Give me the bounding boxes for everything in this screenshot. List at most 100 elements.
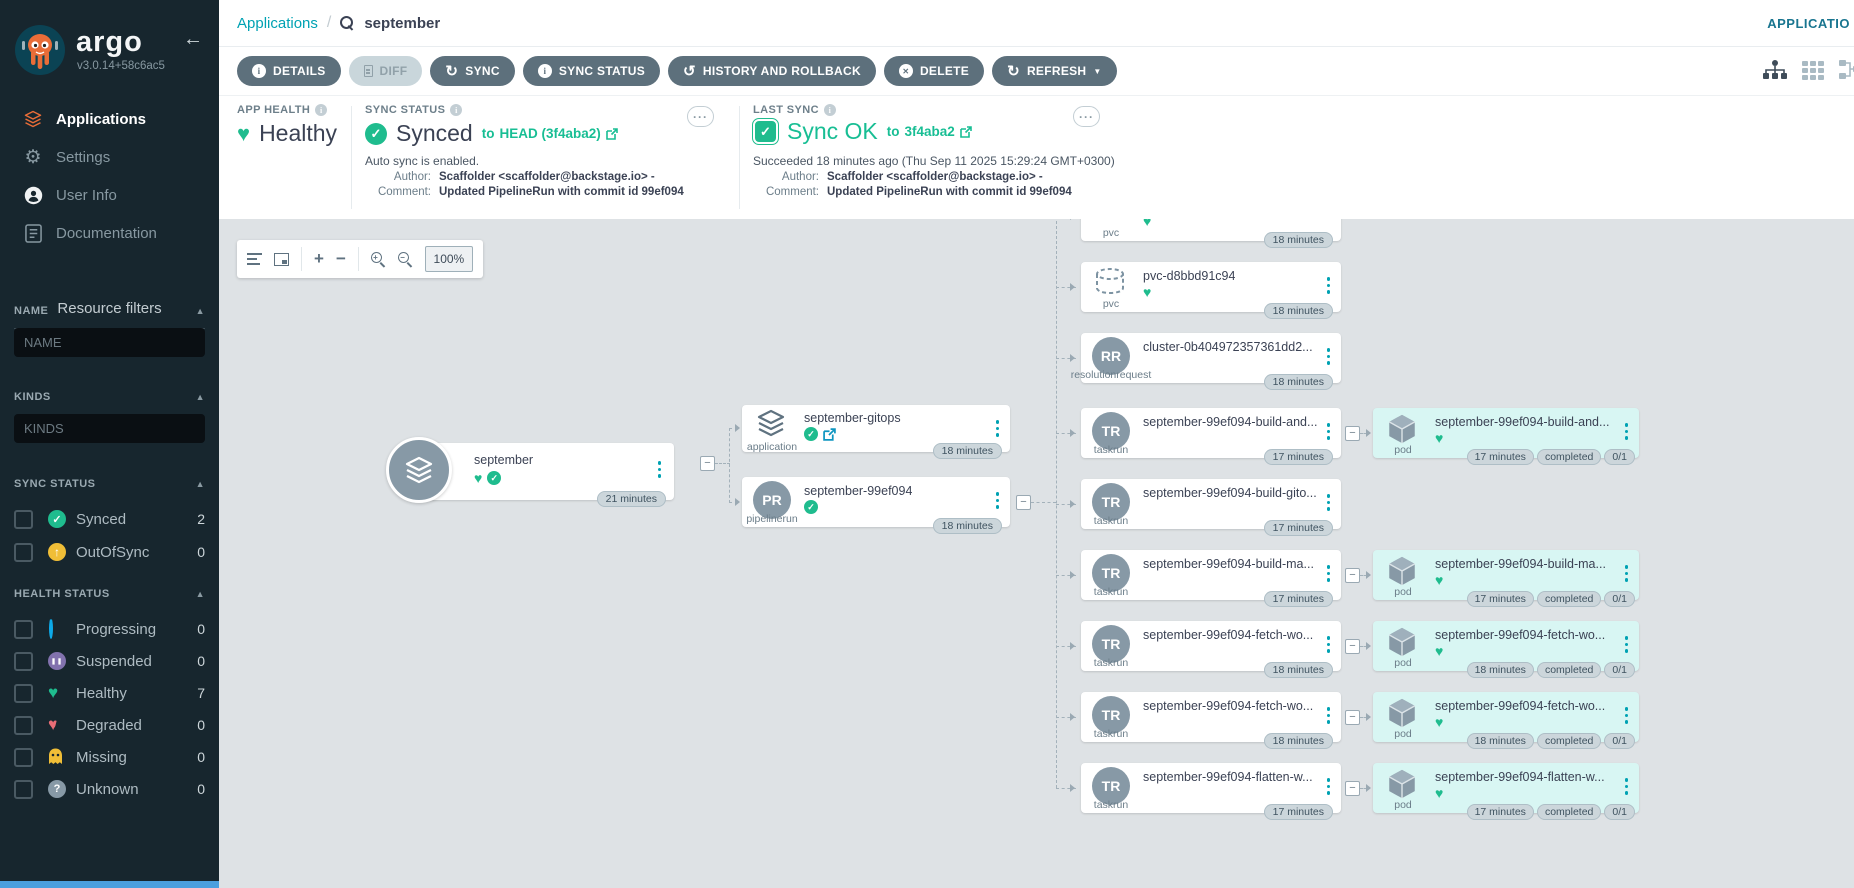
node-menu-button[interactable] [1325, 634, 1333, 655]
align-icon[interactable] [247, 253, 262, 265]
node-resolutionrequest[interactable]: RR resolutionrequest cluster-0b404972357… [1071, 333, 1341, 390]
node-menu-button[interactable] [1325, 776, 1333, 797]
node-menu-button[interactable] [1623, 776, 1631, 797]
magnifier-plus-icon[interactable]: + [370, 251, 386, 267]
node-menu-button[interactable] [1623, 705, 1631, 726]
tree-view-icon[interactable] [1762, 59, 1788, 86]
breadcrumb-applications-link[interactable]: Applications [237, 15, 318, 32]
details-button[interactable]: DETAILS [237, 56, 341, 86]
node-menu-button[interactable] [1325, 275, 1333, 296]
sidebar-item-user-info[interactable]: User Info [0, 176, 219, 214]
magnifier-minus-icon[interactable]: − [397, 251, 413, 267]
node-pod[interactable]: pod september-99ef094-build-and... 17 mi… [1373, 408, 1639, 465]
collapse-button[interactable] [700, 456, 715, 471]
sync-more-button[interactable]: ··· [687, 106, 714, 127]
node-pod[interactable]: pod september-99ef094-fetch-wo... 18 min… [1373, 621, 1639, 678]
node-pod[interactable]: pod september-99ef094-build-ma... 17 min… [1373, 550, 1639, 607]
filter-section-sync-status[interactable]: SYNC STATUS [14, 478, 205, 490]
filter-row-unknown: Unknown 0 [14, 778, 205, 800]
node-menu-button[interactable] [994, 490, 1002, 511]
healthy-checkbox[interactable] [14, 683, 33, 703]
sidebar-scrollbar[interactable] [0, 881, 219, 888]
degraded-checkbox[interactable] [14, 715, 33, 735]
sidebar-item-applications[interactable]: Applications [0, 100, 219, 138]
sidebar-item-settings[interactable]: Settings [0, 138, 219, 176]
outofsync-checkbox[interactable] [14, 542, 33, 562]
node-menu-button[interactable] [1325, 421, 1333, 442]
sync-status-button[interactable]: SYNC STATUS [522, 56, 661, 86]
unknown-checkbox[interactable] [14, 779, 33, 799]
sidebar-collapse-icon[interactable] [183, 28, 203, 51]
chevron-up-icon[interactable] [196, 306, 205, 316]
collapse-button[interactable] [1345, 426, 1360, 441]
node-september-gitops[interactable]: application september-gitops 18 minutes [742, 405, 1010, 459]
node-taskrun[interactable]: TR taskrun september-99ef094-flatten-w..… [1081, 763, 1341, 820]
node-september-99ef094[interactable]: PR pipelinerun september-99ef094 18 minu… [742, 477, 1010, 534]
help-icon[interactable] [823, 104, 836, 116]
node-taskrun[interactable]: TR taskrun september-99ef094-fetch-wo...… [1081, 621, 1341, 678]
node-menu-button[interactable] [1623, 634, 1631, 655]
collapse-button[interactable] [1345, 710, 1360, 725]
node-menu-button[interactable] [656, 459, 664, 480]
node-menu-button[interactable] [1623, 421, 1631, 442]
last-sync-more-button[interactable]: ··· [1073, 106, 1100, 127]
chevron-up-icon[interactable] [196, 479, 205, 489]
help-icon[interactable] [450, 104, 463, 116]
chevron-up-icon[interactable] [196, 589, 205, 599]
history-rollback-button[interactable]: HISTORY AND ROLLBACK [668, 56, 876, 86]
age-badge: 18 minutes [1263, 662, 1333, 678]
diff-button[interactable]: DIFF [348, 56, 423, 86]
zoom-out-button[interactable]: − [336, 249, 346, 269]
collapse-button[interactable] [1016, 495, 1031, 510]
grid-view-icon[interactable] [1801, 59, 1825, 86]
node-taskrun[interactable]: TR taskrun september-99ef094-build-and..… [1081, 408, 1341, 465]
external-link-icon[interactable] [823, 427, 836, 441]
zoom-in-button[interactable]: + [314, 249, 324, 269]
sync-revision-link[interactable]: to HEAD (3f4aba2) [482, 126, 618, 141]
node-menu-button[interactable] [1325, 346, 1333, 367]
delete-circle-icon [898, 64, 913, 78]
node-taskrun[interactable]: TR taskrun september-99ef094-build-ma...… [1081, 550, 1341, 607]
zoom-level-input[interactable] [424, 246, 473, 272]
last-sync-revision-link[interactable]: to 3f4aba2 [887, 124, 972, 139]
collapse-button[interactable] [1345, 781, 1360, 796]
help-icon[interactable] [315, 104, 328, 116]
node-menu-button[interactable] [1325, 705, 1333, 726]
node-menu-button[interactable] [1623, 563, 1631, 584]
heart-icon [1435, 573, 1443, 587]
sidebar-item-documentation[interactable]: Documentation [0, 214, 219, 252]
node-taskrun[interactable]: TR taskrun september-99ef094-build-gito.… [1081, 479, 1341, 536]
filter-section-name[interactable]: NAME [14, 305, 205, 317]
node-pod[interactable]: pod september-99ef094-flatten-w... 17 mi… [1373, 763, 1639, 820]
node-menu-button[interactable] [1325, 492, 1333, 513]
app-health-value: Healthy [237, 120, 337, 147]
filter-row-progressing: Progressing 0 [14, 618, 205, 640]
name-filter-input[interactable] [14, 328, 205, 357]
synced-checkbox[interactable] [14, 509, 33, 529]
chevron-up-icon[interactable] [196, 392, 205, 402]
progressing-checkbox[interactable] [14, 619, 33, 639]
suspended-checkbox[interactable] [14, 651, 33, 671]
node-pvc-d8bbd91c94[interactable]: pvc pvc-d8bbd91c94 18 minutes [1081, 262, 1341, 319]
app-name-search-value[interactable]: september [364, 15, 440, 32]
application-root-icon[interactable] [386, 437, 452, 503]
collapse-button[interactable] [1345, 568, 1360, 583]
filter-row-healthy: Healthy 7 [14, 682, 205, 704]
node-menu-button[interactable] [994, 418, 1002, 439]
collapse-button[interactable] [1345, 639, 1360, 654]
filter-section-health-status[interactable]: HEALTH STATUS [14, 588, 205, 600]
fit-to-screen-icon[interactable] [274, 252, 289, 266]
node-taskrun[interactable]: TR taskrun september-99ef094-fetch-wo...… [1081, 692, 1341, 749]
delete-button[interactable]: DELETE [883, 56, 985, 86]
refresh-button[interactable]: REFRESH [992, 56, 1117, 86]
network-view-icon[interactable] [1838, 59, 1854, 86]
node-pvc-partial[interactable]: pvc 18 minutes [1081, 219, 1341, 248]
node-menu-button[interactable] [1325, 563, 1333, 584]
filter-section-kinds[interactable]: KINDS [14, 391, 205, 403]
sync-button[interactable]: SYNC [430, 56, 515, 86]
node-september[interactable]: september 21 minutes [418, 443, 674, 507]
application-details-link[interactable]: APPLICATIO [1767, 16, 1850, 31]
missing-checkbox[interactable] [14, 747, 33, 767]
kinds-filter-input[interactable] [14, 414, 205, 443]
node-pod[interactable]: pod september-99ef094-fetch-wo... 18 min… [1373, 692, 1639, 749]
